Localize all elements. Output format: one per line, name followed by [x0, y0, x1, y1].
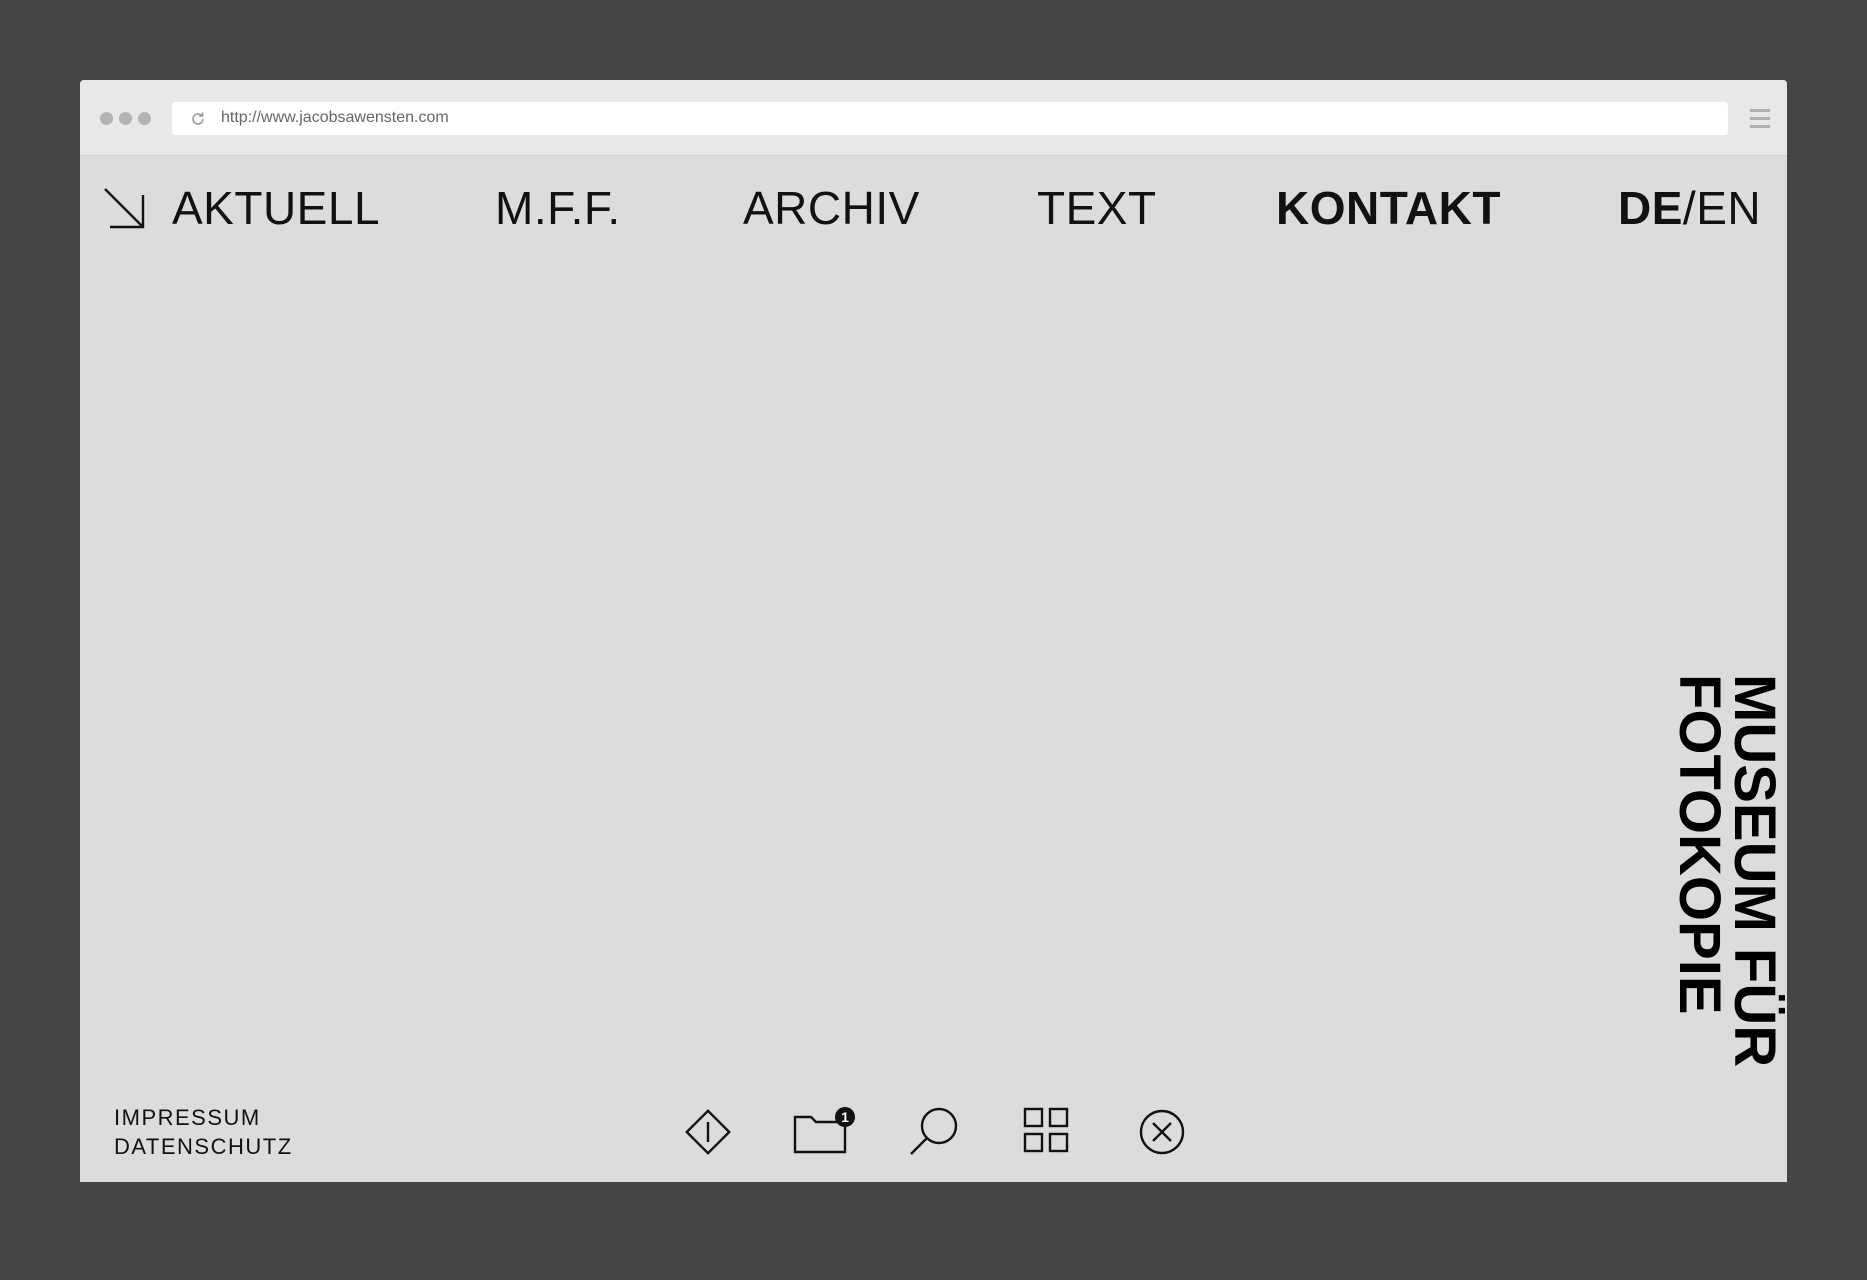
logo-text: MUSEUM FÜR FOTOKOPIE [1667, 674, 1787, 1068]
lang-de[interactable]: DE [1618, 182, 1683, 234]
nav-item-mff[interactable]: M.F.F. [495, 178, 621, 238]
search-icon[interactable] [908, 1106, 960, 1158]
nav-item-aktuell[interactable]: AKTUELL [172, 178, 380, 238]
window-dot[interactable] [138, 112, 151, 125]
impressum-link[interactable]: IMPRESSUM [114, 1103, 293, 1132]
info-diamond-icon[interactable] [682, 1106, 734, 1158]
reload-icon[interactable] [189, 110, 207, 128]
nav-item-text[interactable]: TEXT [1037, 178, 1157, 238]
browser-window: http://www.jacobsawensten.com AKTUELL M.… [80, 80, 1787, 1182]
address-bar[interactable]: http://www.jacobsawensten.com [172, 102, 1728, 135]
language-switcher: DE/EN [1618, 178, 1761, 238]
datenschutz-link[interactable]: DATENSCHUTZ [114, 1132, 293, 1161]
folder-button[interactable]: 1 [793, 1106, 859, 1158]
lang-separator: / [1682, 182, 1697, 234]
url-text[interactable]: http://www.jacobsawensten.com [221, 109, 449, 127]
folder-icon: 1 [793, 1107, 855, 1154]
nav-item-archiv[interactable]: ARCHIV [743, 178, 920, 238]
footer-links: IMPRESSUM DATENSCHUTZ [114, 1103, 293, 1161]
window-controls [100, 112, 151, 125]
arrow-down-right-icon [104, 188, 145, 229]
browser-menu-icon[interactable] [1750, 109, 1770, 128]
grid-icon[interactable] [1022, 1106, 1074, 1158]
browser-toolbar: http://www.jacobsawensten.com [80, 80, 1787, 156]
window-dot[interactable] [119, 112, 132, 125]
close-circle-icon[interactable] [1136, 1106, 1188, 1158]
window-dot[interactable] [100, 112, 113, 125]
nav-item-kontakt[interactable]: KONTAKT [1276, 178, 1501, 238]
logo-line-2: FOTOKOPIE [1667, 674, 1732, 1015]
lang-en[interactable]: EN [1696, 182, 1761, 234]
main-nav: AKTUELL M.F.F. ARCHIV TEXT KONTAKT DE/EN [80, 178, 1787, 238]
logo-line-1: MUSEUM FÜR [1722, 674, 1787, 1068]
museum-logo[interactable]: MUSEUM FÜR FOTOKOPIE [1640, 670, 1787, 1070]
folder-badge-count: 1 [841, 1109, 849, 1125]
